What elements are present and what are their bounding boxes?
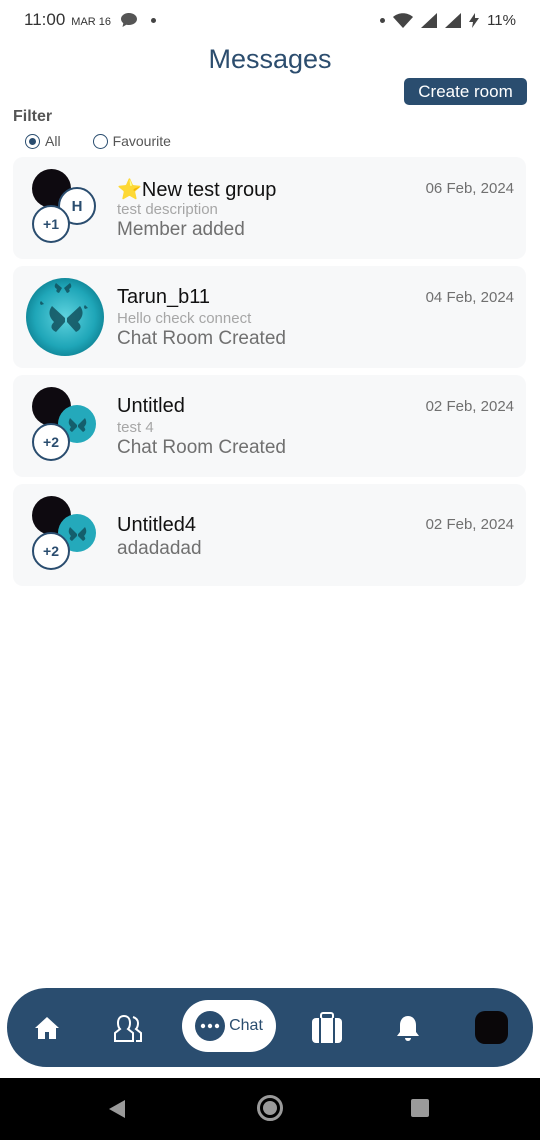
profile-icon [474, 1011, 508, 1044]
avatar-count-badge: +2 [32, 532, 70, 570]
chat-icon [195, 1011, 226, 1041]
home-button-icon[interactable] [257, 1095, 283, 1121]
chat-item[interactable]: +2 Untitled4 adadadad 02 Feb, 2024 [13, 484, 526, 586]
nav-notifications[interactable] [392, 988, 424, 1067]
group-avatar: +2 [26, 387, 106, 465]
chat-date: 04 Feb, 2024 [425, 289, 514, 306]
filter-all-label: All [45, 133, 61, 149]
filter-favourite-label: Favourite [112, 133, 171, 149]
recent-apps-icon[interactable] [411, 1099, 429, 1117]
back-icon[interactable] [108, 1099, 126, 1119]
chat-item[interactable]: H +1 ⭐New test group test description Me… [13, 157, 526, 259]
butterfly-avatar-image [26, 278, 104, 356]
nav-people[interactable] [110, 988, 148, 1067]
chat-date: 06 Feb, 2024 [425, 180, 514, 197]
star-icon: ⭐ [117, 179, 142, 201]
create-room-button[interactable]: Create room [404, 78, 527, 105]
page-title: Messages [208, 44, 332, 74]
chat-item[interactable]: Tarun_b11 Hello check connect Chat Room … [13, 266, 526, 368]
chat-description: test description [117, 201, 218, 218]
chat-last-message: adadadad [117, 538, 202, 559]
chat-description: Hello check connect [117, 310, 252, 327]
nav-chat[interactable]: Chat [182, 1000, 276, 1052]
system-nav-bar [0, 1078, 540, 1140]
chat-title: Tarun_b11 [117, 286, 211, 308]
signal-x-icon [421, 12, 438, 28]
nav-profile[interactable] [473, 988, 509, 1067]
chat-title: Untitled [117, 395, 185, 417]
bell-icon [397, 1015, 419, 1041]
avatar-count-badge: +2 [32, 423, 70, 461]
chat-title: ⭐New test group [117, 179, 277, 201]
group-avatar: H +1 [26, 169, 106, 247]
briefcase-icon [312, 1011, 342, 1043]
chat-date: 02 Feb, 2024 [425, 516, 514, 533]
status-time: 11:00 [24, 10, 66, 29]
chat-last-message: Chat Room Created [117, 437, 286, 458]
filter-all-radio[interactable]: All [25, 133, 61, 149]
chat-last-message: Chat Room Created [117, 328, 286, 349]
chat-list: H +1 ⭐New test group test description Me… [13, 157, 526, 593]
wifi-icon [393, 12, 414, 28]
message-bubble-icon [121, 13, 138, 27]
bottom-nav: Chat [7, 988, 533, 1067]
battery-level: 11% [487, 11, 516, 29]
user-avatar [26, 278, 106, 356]
chat-description: test 4 [117, 419, 154, 436]
signal-icon [445, 12, 462, 28]
radio-selected-icon [25, 133, 40, 149]
people-icon [114, 1014, 142, 1042]
chat-item[interactable]: +2 Untitled test 4 Chat Room Created 02 … [13, 375, 526, 477]
dot-icon [380, 17, 386, 23]
chat-date: 02 Feb, 2024 [425, 398, 514, 415]
status-date: MAR 16 [71, 16, 112, 28]
filter-favourite-radio[interactable]: Favourite [92, 133, 171, 149]
filter-options: All Favourite [25, 133, 171, 149]
status-bar: 11:00 MAR 16 11% [0, 0, 540, 40]
group-avatar: +2 [26, 496, 106, 574]
radio-unselected-icon [92, 133, 108, 149]
chat-title: Untitled4 [117, 514, 196, 536]
nav-home[interactable] [29, 988, 65, 1067]
chat-last-message: Member added [117, 219, 245, 240]
notification-dot-icon [151, 17, 157, 23]
nav-jobs[interactable] [309, 988, 345, 1067]
filter-label: Filter [13, 108, 53, 125]
avatar-count-badge: +1 [32, 205, 70, 243]
charging-icon [469, 12, 480, 28]
home-icon [35, 1016, 59, 1039]
nav-chat-label: Chat [229, 1017, 263, 1034]
